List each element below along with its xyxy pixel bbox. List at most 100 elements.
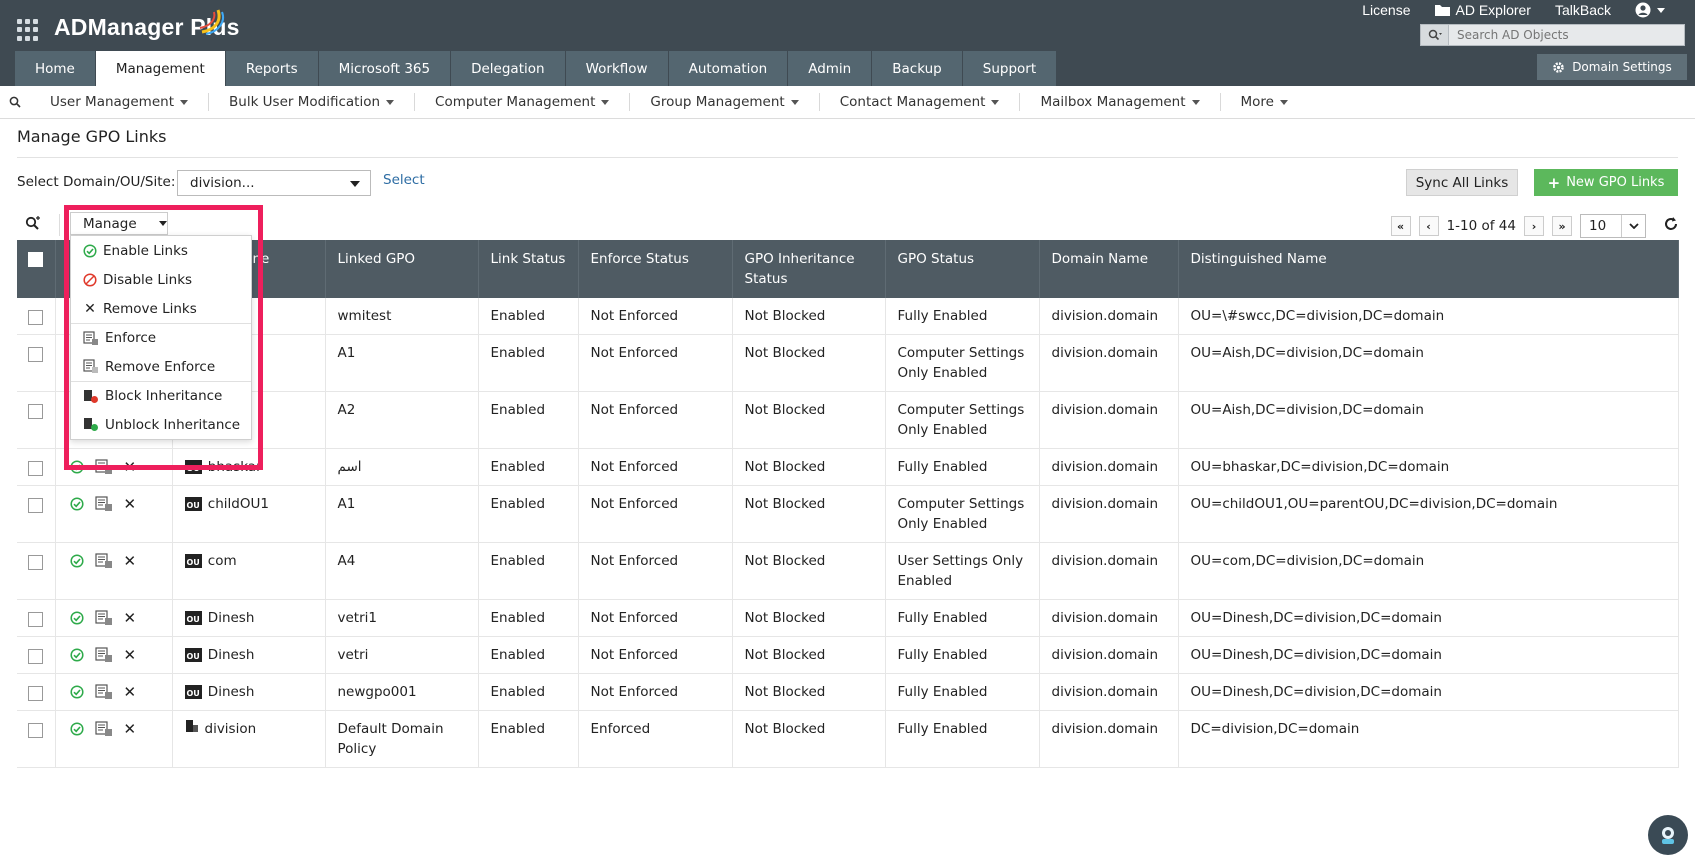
enable-link-icon[interactable] — [69, 722, 84, 736]
enforce-icon[interactable] — [94, 721, 113, 737]
link-status-header[interactable]: Link Status — [478, 240, 579, 298]
remove-link-icon[interactable]: ✕ — [124, 608, 137, 628]
enable-link-icon[interactable] — [69, 497, 84, 511]
enforce-status-cell: Not Enforced — [578, 485, 733, 543]
table-row[interactable]: ✕ OU childOU1 A1 Enabled Not Enforced Not Bloc… — [17, 485, 1679, 543]
enforce-status-header[interactable]: Enforce Status — [578, 240, 733, 298]
tab-support[interactable]: Support — [962, 51, 1058, 86]
talkback-link[interactable]: TalkBack — [1543, 2, 1623, 18]
user-avatar-icon — [1635, 2, 1651, 18]
gpo-status-cell: Computer Settings Only Enabled — [885, 391, 1040, 449]
subnav-user-management[interactable]: User Management — [30, 93, 209, 111]
table-row[interactable]: ✕OUAishA1EnabledNot EnforcedNot BlockedC… — [17, 334, 1679, 392]
grid-search-icon[interactable] — [25, 216, 41, 236]
select-all-checkbox[interactable] — [28, 251, 44, 267]
subnav-search-icon[interactable] — [0, 96, 30, 108]
enable-link-icon[interactable] — [69, 611, 84, 625]
tab-workflow[interactable]: Workflow — [565, 51, 669, 86]
table-row[interactable]: ✕ OU Dinesh vetri Enabled Not Enforced Not Blo… — [17, 636, 1679, 674]
sync-all-links-button[interactable]: Sync All Links — [1406, 169, 1518, 196]
enforce-icon[interactable] — [94, 684, 113, 700]
inheritance-status-header[interactable]: GPO Inheritance Status — [732, 240, 886, 298]
remove-link-icon[interactable]: ✕ — [124, 719, 137, 739]
enable-link-icon[interactable] — [69, 648, 84, 662]
row-checkbox[interactable] — [28, 346, 44, 362]
domain-name-cell: division.domain — [1039, 673, 1179, 711]
tab-delegation[interactable]: Delegation — [451, 51, 566, 86]
distinguished-name-header[interactable]: Distinguished Name — [1178, 240, 1679, 298]
ad-objects-search[interactable] — [1420, 24, 1685, 46]
subnav-computer-management[interactable]: Computer Management — [415, 93, 631, 111]
table-row[interactable]: ✕ OU Dinesh vetri1 Enabled Not Enforced Not Bl… — [17, 599, 1679, 637]
domain-name-cell: division.domain — [1039, 298, 1179, 335]
remove-link-icon[interactable]: ✕ — [124, 682, 137, 702]
row-checkbox[interactable] — [28, 554, 44, 570]
subnav-mailbox-management[interactable]: Mailbox Management — [1020, 93, 1221, 111]
enable-link-icon[interactable] — [69, 554, 84, 568]
table-row[interactable]: ✕OU#swccwmitestEnabledNot EnforcedNot Bl… — [17, 298, 1679, 335]
license-link[interactable]: License — [1350, 2, 1422, 18]
first-page-button[interactable]: « — [1390, 216, 1411, 236]
tab-admin[interactable]: Admin — [788, 51, 873, 86]
tab-automation[interactable]: Automation — [668, 51, 789, 86]
link-status-cell: Enabled — [478, 485, 579, 543]
tab-management[interactable]: Management — [95, 51, 226, 86]
app-launcher-icon[interactable] — [17, 19, 39, 41]
ad-explorer-link[interactable]: AD Explorer — [1423, 2, 1543, 18]
enforce-icon[interactable] — [94, 647, 113, 663]
row-checkbox[interactable] — [28, 460, 44, 476]
domain-name-header[interactable]: Domain Name — [1039, 240, 1179, 298]
subnav-label: Contact Management — [839, 94, 986, 110]
table-row[interactable]: ✕OUAishA2EnabledNot EnforcedNot BlockedC… — [17, 391, 1679, 449]
tab-reports[interactable]: Reports — [225, 51, 319, 86]
row-checkbox[interactable] — [28, 722, 44, 738]
subnav-bulk-user-modification[interactable]: Bulk User Modification — [209, 93, 416, 111]
table-row[interactable]: ✕ OU Dinesh newgpo001 Enabled Not Enforced Not… — [17, 673, 1679, 711]
sub-navigation: User Management Bulk User Modification C… — [0, 86, 1695, 119]
table-row[interactable]: ✕ OU bhaskar اسم Enabled Not Enforced Not Bloc… — [17, 448, 1679, 486]
tab-home[interactable]: Home — [15, 51, 96, 86]
gpo-status-header[interactable]: GPO Status — [885, 240, 1040, 298]
domain-settings-button[interactable]: Domain Settings — [1537, 54, 1687, 80]
logo-swoosh-icon — [199, 9, 224, 35]
select-link[interactable]: Select — [383, 172, 425, 188]
page-size-select[interactable]: 10 — [1580, 214, 1646, 238]
new-gpo-links-button[interactable]: + New GPO Links — [1534, 169, 1678, 196]
row-select-cell — [17, 298, 56, 335]
subnav-contact-management[interactable]: Contact Management — [820, 93, 1021, 111]
link-status-cell: Enabled — [478, 448, 579, 486]
page-title: Manage GPO Links — [17, 127, 167, 146]
search-input[interactable] — [1449, 28, 1679, 42]
search-icon[interactable] — [1421, 25, 1449, 45]
tab-microsoft-365[interactable]: Microsoft 365 — [318, 51, 452, 86]
remove-link-icon[interactable]: ✕ — [124, 494, 137, 514]
row-checkbox[interactable] — [28, 611, 44, 627]
remove-link-icon[interactable]: ✕ — [124, 551, 137, 571]
subnav-group-management[interactable]: Group Management — [630, 93, 820, 111]
chat-support-icon[interactable] — [1648, 815, 1688, 855]
row-checkbox[interactable] — [28, 403, 44, 419]
enforce-icon[interactable] — [94, 553, 113, 569]
next-page-button[interactable]: › — [1524, 216, 1544, 236]
enforce-icon[interactable] — [94, 496, 113, 512]
last-page-button[interactable]: » — [1552, 216, 1572, 236]
subnav-more[interactable]: More — [1221, 93, 1308, 111]
row-checkbox[interactable] — [28, 497, 44, 513]
linked-gpo-header[interactable]: Linked GPO — [325, 240, 479, 298]
table-row[interactable]: ✕ division Default Domain Policy Enabled Enf… — [17, 710, 1679, 768]
user-menu[interactable] — [1623, 2, 1677, 18]
domain-name-cell: division.domain — [1039, 334, 1179, 392]
row-checkbox[interactable] — [28, 685, 44, 701]
refresh-icon[interactable] — [1664, 217, 1678, 235]
prev-page-button[interactable]: ‹ — [1418, 216, 1439, 236]
tab-backup[interactable]: Backup — [872, 51, 963, 86]
enable-link-icon[interactable] — [69, 685, 84, 699]
enforce-icon[interactable] — [94, 610, 113, 626]
table-row[interactable]: ✕ OU com A4 Enabled Not Enforced Not Blocked Us… — [17, 542, 1679, 600]
domain-ou-site-select[interactable]: division... — [177, 170, 371, 196]
plus-icon: + — [1547, 173, 1561, 192]
row-checkbox[interactable] — [28, 648, 44, 664]
remove-link-icon[interactable]: ✕ — [124, 645, 137, 665]
row-checkbox[interactable] — [28, 309, 44, 325]
link-status-cell: Enabled — [478, 599, 579, 637]
